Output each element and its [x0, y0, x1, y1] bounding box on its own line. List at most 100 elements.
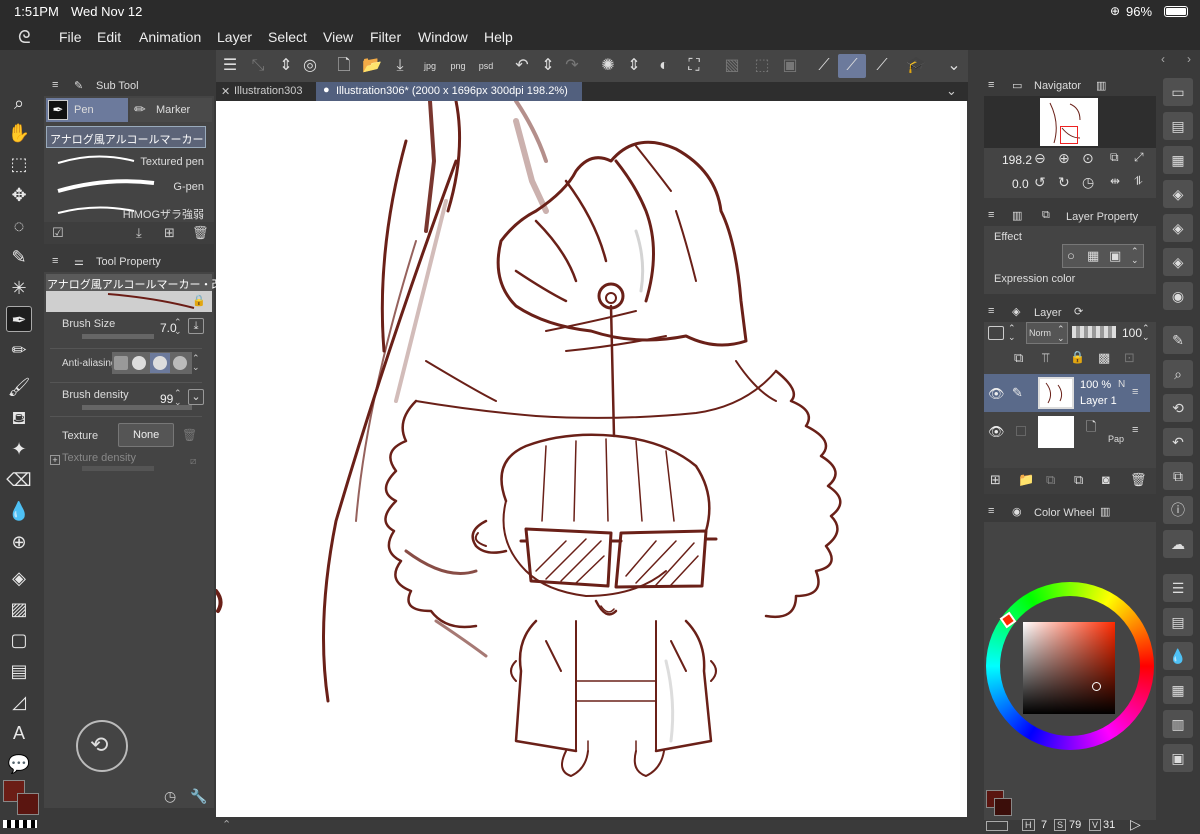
color-history-icon[interactable]: ▥ — [1163, 710, 1193, 738]
layer-drag-handle[interactable]: ≡ — [1132, 424, 1138, 436]
info-panel-icon[interactable]: ⓘ — [1163, 496, 1193, 524]
layer-color-toggle[interactable] — [988, 326, 1004, 340]
subtool-tab-marker[interactable]: ✏ Marker — [130, 98, 212, 122]
undo-redo-scroll-icon[interactable]: ⇕ — [536, 54, 560, 78]
v-value[interactable]: 31 — [1103, 819, 1115, 831]
open-file-icon[interactable]: 📂 — [360, 54, 384, 78]
drawing-canvas[interactable] — [216, 101, 967, 817]
animation-tab-icon[interactable]: ⟳ — [1074, 305, 1083, 318]
assets-panel-icon[interactable]: ☁ — [1163, 530, 1193, 558]
expand-up-icon[interactable]: ⌃ — [222, 818, 231, 831]
undo-icon[interactable]: ↶ — [510, 54, 534, 78]
brush-density-dropdown[interactable]: ⌄ — [188, 389, 204, 405]
magic-wand-tool-icon[interactable]: ✳ — [6, 275, 32, 301]
layer-stack-panel-icon[interactable]: ◈ — [1163, 180, 1193, 208]
rotate-left-icon[interactable]: ↺ — [1034, 174, 1046, 191]
zoom-tool-icon[interactable]: ⌕ — [6, 90, 32, 116]
layer-search-tab-icon[interactable]: ▥ — [1012, 209, 1022, 222]
selection-border-icon[interactable]: ▣ — [778, 54, 802, 78]
aa-strong-option[interactable] — [173, 356, 187, 370]
eyedropper-tool-icon[interactable]: ✎ — [6, 244, 32, 270]
color-set-tab-icon[interactable]: ▥ — [1100, 505, 1110, 518]
object-tool-icon[interactable]: ⬚ — [6, 151, 32, 177]
opacity-value[interactable]: 100 — [1122, 326, 1142, 340]
color-set-icon[interactable]: ▣ — [1163, 744, 1193, 772]
effect-stepper[interactable]: ⌃ ⌄ — [1131, 247, 1139, 265]
saturation-value-square[interactable] — [1023, 622, 1115, 714]
lock-icon[interactable]: 🔒 — [192, 294, 206, 307]
fit-size-icon[interactable]: ⤢ — [1134, 150, 1144, 165]
frame-tool-icon[interactable]: ▤ — [6, 658, 32, 684]
layer-row[interactable]: 👁 🗋 Pape ≡ — [984, 414, 1150, 450]
layers-panel-icon[interactable]: ◈ — [1163, 248, 1193, 276]
zoom-value[interactable]: 198.2 — [1002, 153, 1032, 167]
h-value[interactable]: 7 — [1041, 819, 1047, 831]
color-mix-panel-icon[interactable]: ▤ — [1163, 608, 1193, 636]
save-file-icon[interactable]: ⤓ — [388, 54, 412, 78]
doc-tab-active[interactable]: ● Illustration306* (2000 x 1696px 300dpi… — [316, 82, 582, 101]
approximate-color-icon[interactable]: ▦ — [1163, 676, 1193, 704]
brush-item[interactable]: Textured pen — [46, 150, 206, 172]
undo-panel-icon[interactable]: ↶ — [1163, 428, 1193, 456]
material-icon[interactable]: ▭ — [1163, 78, 1193, 106]
menu-file[interactable]: File — [59, 29, 82, 45]
texture-density-reset-icon[interactable]: ⧄ — [190, 456, 196, 467]
layer-drag-handle[interactable]: ≡ — [1132, 386, 1138, 398]
mask-icon[interactable]: ⊡ — [1124, 350, 1135, 366]
app-logo-icon[interactable]: ᘓ — [18, 27, 31, 48]
lock-transparency-icon[interactable]: ▩ — [1098, 350, 1110, 366]
zoom-in-icon[interactable]: ⊕ — [1058, 150, 1070, 167]
effect-border-icon[interactable]: ○ — [1067, 248, 1075, 263]
delete-layer-icon[interactable]: 🗑 — [1130, 472, 1147, 488]
edit-toggle[interactable] — [1016, 426, 1026, 436]
menu-help[interactable]: Help — [484, 29, 513, 45]
color-wheel-panel-icon[interactable]: ◉ — [1163, 282, 1193, 310]
blend-tool-icon[interactable]: 💧 — [6, 498, 32, 524]
pen-tool-icon[interactable]: ✒ — [6, 306, 32, 332]
export-jpg-icon[interactable]: jpg — [418, 54, 442, 78]
balloon-tool-icon[interactable]: 💬 — [6, 751, 32, 777]
layer-property-panel-icon[interactable]: ◈ — [1163, 214, 1193, 242]
menu-edit[interactable]: Edit — [97, 29, 121, 45]
layer-color-stepper[interactable]: ⌃ ⌄ — [1008, 324, 1016, 342]
decoration-tool-icon[interactable]: ✦ — [6, 436, 32, 462]
aa-weak-option[interactable] — [132, 356, 146, 370]
brush-item-selected[interactable]: アナログ風アルコールマーカー — [46, 126, 206, 148]
lasso-tool-icon[interactable]: ◌ — [6, 213, 32, 239]
zoom-out-icon[interactable]: ⊖ — [1034, 150, 1046, 167]
hand-tool-icon[interactable]: ✋ — [6, 120, 32, 146]
effect-selector[interactable]: ○ ▦ ▣ ⌃ ⌄ — [1062, 244, 1144, 268]
panel-menu-icon[interactable]: ≡ — [52, 255, 58, 267]
texture-button[interactable]: None — [118, 423, 174, 447]
brush-density-value[interactable]: 99 — [160, 392, 173, 406]
scroll-arrows-icon[interactable]: ⇕ — [274, 54, 298, 78]
doc-tab[interactable]: ✕ Illustration303 — [216, 82, 316, 101]
layer-mask-icon[interactable]: ◙ — [1102, 472, 1110, 487]
panel-menu-icon[interactable]: ≡ — [988, 79, 994, 91]
ruler-snap-icon[interactable]: ⟋ — [812, 54, 836, 78]
s-value[interactable]: 79 — [1069, 819, 1081, 831]
transparent-color-swatch[interactable] — [3, 820, 37, 828]
move-tool-icon[interactable]: ✥ — [6, 182, 32, 208]
effect-layer-color-icon[interactable]: ▣ — [1109, 248, 1121, 264]
sub-view-panel-icon[interactable]: ⧉ — [1163, 462, 1193, 490]
ruler-tool-icon[interactable]: ◿ — [6, 689, 32, 715]
transform-icon[interactable]: ⤡ — [246, 54, 270, 78]
duplicate-subtool-icon[interactable]: ⊞ — [164, 225, 175, 241]
quick-access-rotate-button[interactable]: ⟲ — [76, 720, 128, 772]
deselect-icon[interactable]: ▧ — [720, 54, 744, 78]
sv-picker-handle[interactable] — [1092, 682, 1101, 691]
rotation-value[interactable]: 0.0 — [1012, 177, 1029, 191]
tab-list-chevron-icon[interactable]: ⌄ — [946, 83, 957, 99]
opacity-slider[interactable] — [1072, 326, 1116, 338]
reference-layer-icon[interactable]: ⫪ — [1042, 350, 1049, 366]
hamburger-menu-icon[interactable]: ☰ — [218, 54, 242, 78]
color-mode-icon[interactable] — [986, 821, 1008, 831]
fill-icon[interactable]: ◐ — [652, 54, 676, 78]
intermediate-color-icon[interactable]: 💧 — [1163, 642, 1193, 670]
texture-density-slider[interactable] — [82, 466, 154, 471]
menu-animation[interactable]: Animation — [139, 29, 201, 45]
menu-view[interactable]: View — [323, 29, 353, 45]
edit-pen-icon[interactable]: ✎ — [1012, 385, 1023, 401]
menu-layer[interactable]: Layer — [217, 29, 252, 45]
